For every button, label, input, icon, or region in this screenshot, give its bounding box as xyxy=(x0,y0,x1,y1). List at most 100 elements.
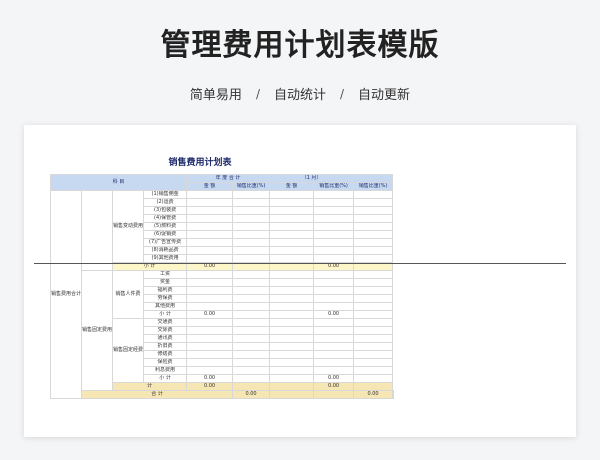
cell xyxy=(232,198,271,207)
cell xyxy=(353,238,394,247)
item-label: 交通费 xyxy=(143,318,188,327)
cell xyxy=(232,214,271,223)
cell xyxy=(269,350,315,359)
cell xyxy=(232,278,271,287)
header-subject: 科 目 xyxy=(49,174,188,191)
cell xyxy=(313,358,355,367)
cell xyxy=(232,342,271,351)
total-label: 计 xyxy=(112,382,188,391)
expense-table: 科 目年 度 合 计（1 月）金 额销售比重(%) 金 额销售比重(%) 销售比重(… xyxy=(49,174,395,399)
cell xyxy=(313,270,355,279)
item-label: (1)销售佣金 xyxy=(143,190,188,199)
amount-cell: 0.00 xyxy=(313,382,355,391)
cell xyxy=(313,230,355,239)
cell xyxy=(353,254,394,263)
header-amount: 金 额 xyxy=(186,182,234,191)
cell xyxy=(232,270,271,279)
grand-total-label: 合 计 xyxy=(81,390,234,399)
feature-auto-stats: 自动统计 xyxy=(273,88,326,103)
item-label: 折旧费 xyxy=(143,342,188,351)
cell xyxy=(269,270,315,279)
cell xyxy=(313,214,355,223)
cell xyxy=(353,246,394,255)
cell xyxy=(186,230,234,239)
cell xyxy=(186,198,234,207)
subtotal-label: 小 计 xyxy=(143,310,188,319)
cell xyxy=(232,190,271,199)
cell xyxy=(232,246,271,255)
item-label: (3)包装费 xyxy=(143,206,188,215)
item-label: (7)广告宣传费 xyxy=(143,238,188,247)
cell xyxy=(353,318,394,327)
cell xyxy=(186,334,234,343)
cell xyxy=(353,230,394,239)
cell xyxy=(313,350,355,359)
item-label: 利息费用 xyxy=(143,366,188,375)
cell xyxy=(353,374,394,383)
item-label: 保险费 xyxy=(143,358,188,367)
cell xyxy=(269,374,315,383)
feature-auto-update: 自动更新 xyxy=(358,88,411,103)
cell xyxy=(186,190,234,199)
cell xyxy=(232,374,271,383)
cell xyxy=(353,198,394,207)
cell xyxy=(313,294,355,303)
cell xyxy=(353,350,394,359)
spreadsheet-preview: 销售费用计划表 科 目年 度 合 计（1 月）金 额销售比重(%) 金 额销售比重… xyxy=(24,125,576,437)
cell xyxy=(269,286,315,295)
cell xyxy=(353,206,394,215)
item-label: (5)燃料费 xyxy=(143,222,188,231)
amount-cell: 0.00 xyxy=(186,374,234,383)
cell xyxy=(269,230,315,239)
cell xyxy=(186,278,234,287)
cell xyxy=(186,358,234,367)
cell xyxy=(269,222,315,231)
cell xyxy=(269,246,315,255)
feature-list: 简单易用 / 自动统计 / 自动更新 xyxy=(0,84,600,104)
group-sales-cost-total: 销售费用合计 xyxy=(49,190,83,399)
cell xyxy=(232,334,271,343)
cell xyxy=(313,222,355,231)
cell xyxy=(313,318,355,327)
cell xyxy=(269,214,315,223)
cell xyxy=(313,206,355,215)
cell xyxy=(269,310,315,319)
group-fixed-operating: 销售固定经费 xyxy=(112,318,145,383)
cell xyxy=(313,278,355,287)
item-label: (4)保管费 xyxy=(143,214,188,223)
cell xyxy=(232,230,271,239)
cell xyxy=(232,326,271,335)
cell xyxy=(313,286,355,295)
header-ratio: 销售比重(%) xyxy=(353,182,394,191)
cell xyxy=(232,366,271,375)
feature-easy: 简单易用 xyxy=(189,88,242,103)
amount-cell: 0.00 xyxy=(353,390,394,399)
cell xyxy=(186,270,234,279)
cell xyxy=(232,310,271,319)
cell xyxy=(313,342,355,351)
cell xyxy=(186,222,234,231)
cell xyxy=(186,342,234,351)
cell xyxy=(232,254,271,263)
header-annual-total: 年 度 合 计 xyxy=(186,174,271,183)
divider-line xyxy=(34,263,566,264)
item-label: (6)促销费 xyxy=(143,230,188,239)
separator: / xyxy=(340,86,345,101)
cell xyxy=(353,382,394,391)
amount-cell: 0.00 xyxy=(313,374,355,383)
cell xyxy=(269,366,315,375)
item-label: (9)其他费用 xyxy=(143,254,188,263)
cell xyxy=(186,206,234,215)
cell xyxy=(313,190,355,199)
cell xyxy=(269,342,315,351)
cell xyxy=(186,214,234,223)
cell xyxy=(81,190,114,271)
cell xyxy=(269,198,315,207)
cell xyxy=(353,190,394,199)
cell xyxy=(353,342,394,351)
cell xyxy=(269,238,315,247)
cell xyxy=(353,294,394,303)
cell xyxy=(353,358,394,367)
cell xyxy=(186,238,234,247)
cell xyxy=(269,326,315,335)
